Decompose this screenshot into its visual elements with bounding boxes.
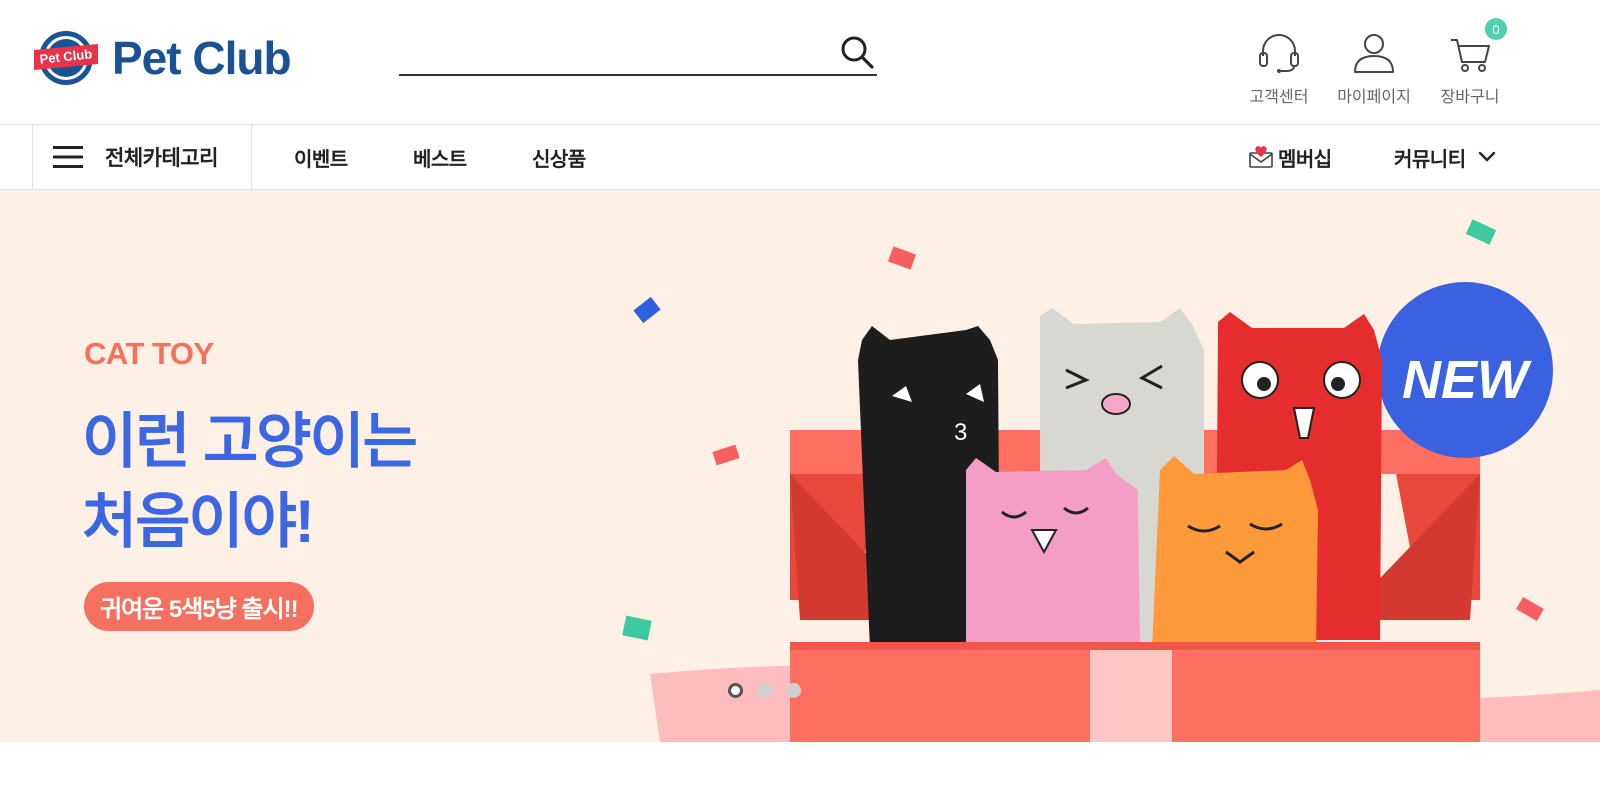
pet-club-badge-icon: Pet Club xyxy=(34,31,98,85)
slide-dot-3[interactable] xyxy=(786,683,801,698)
all-categories-button[interactable]: 전체카테고리 xyxy=(32,124,252,190)
all-categories-label: 전체카테고리 xyxy=(105,147,218,170)
customer-center-link[interactable]: 고객센터 xyxy=(1245,18,1313,107)
cart-label: 장바구니 xyxy=(1440,89,1500,106)
search-bar xyxy=(399,28,877,76)
mypage-link[interactable]: 마이페이지 xyxy=(1333,18,1415,107)
customer-center-label: 고객센터 xyxy=(1249,89,1309,106)
mypage-label: 마이페이지 xyxy=(1337,89,1411,106)
banner-cta-pill[interactable]: 귀여운 5색5냥 출시!! xyxy=(84,582,314,631)
svg-text:3: 3 xyxy=(954,419,967,446)
search-button[interactable] xyxy=(837,32,877,72)
nav-item-community[interactable]: 커뮤니티 xyxy=(1394,125,1496,189)
slide-dot-1[interactable] xyxy=(728,683,743,698)
headset-icon xyxy=(1259,34,1299,73)
cart-count-badge: 0 xyxy=(1485,18,1507,40)
gift-box-front xyxy=(790,642,1480,742)
cat-toys-illustration: NEW 3 xyxy=(622,219,1600,742)
banner-title-line2: 처음이야! xyxy=(82,487,315,555)
logo-wordmark: Pet Club xyxy=(112,32,292,84)
new-badge: NEW xyxy=(1377,282,1553,458)
chevron-down-icon xyxy=(1478,151,1495,162)
banner-title: 이런 고양이는 처음이야! xyxy=(82,402,418,562)
cart-link[interactable]: 0 장바구니 xyxy=(1436,18,1507,107)
mail-heart-icon xyxy=(1249,146,1273,168)
community-label: 커뮤니티 xyxy=(1394,148,1466,171)
svg-text:NEW: NEW xyxy=(1402,350,1532,410)
nav-item-new[interactable]: 신상품 xyxy=(532,125,586,189)
nav-item-best[interactable]: 베스트 xyxy=(413,125,467,189)
slide-pagination xyxy=(728,683,801,698)
main-nav: 전체카테고리 이벤트 베스트 신상품 멤버십 커뮤니티 xyxy=(0,124,1600,190)
hamburger-menu-icon xyxy=(53,146,83,168)
banner-title-line1: 이런 고양이는 xyxy=(82,408,418,475)
banner-tag: CAT TOY xyxy=(84,336,214,371)
cart-icon xyxy=(1451,39,1490,72)
site-logo[interactable]: Pet Club Pet Club xyxy=(32,28,322,88)
cat-toy-orange xyxy=(1152,456,1318,650)
user-icon xyxy=(1354,34,1394,73)
nav-item-membership[interactable]: 멤버십 xyxy=(1248,125,1332,189)
nav-item-event[interactable]: 이벤트 xyxy=(294,125,348,189)
membership-label: 멤버십 xyxy=(1278,148,1332,171)
search-input[interactable] xyxy=(399,32,819,72)
slide-dot-2[interactable] xyxy=(757,683,772,698)
site-header: Pet Club Pet Club 고객센터 마이페이지 0 장바구니 xyxy=(0,0,1600,124)
search-icon xyxy=(841,36,874,69)
cat-toy-pink xyxy=(966,458,1140,650)
hero-banner[interactable]: CAT TOY 이런 고양이는 처음이야! 귀여운 5색5냥 출시!! NEW xyxy=(0,190,1600,742)
